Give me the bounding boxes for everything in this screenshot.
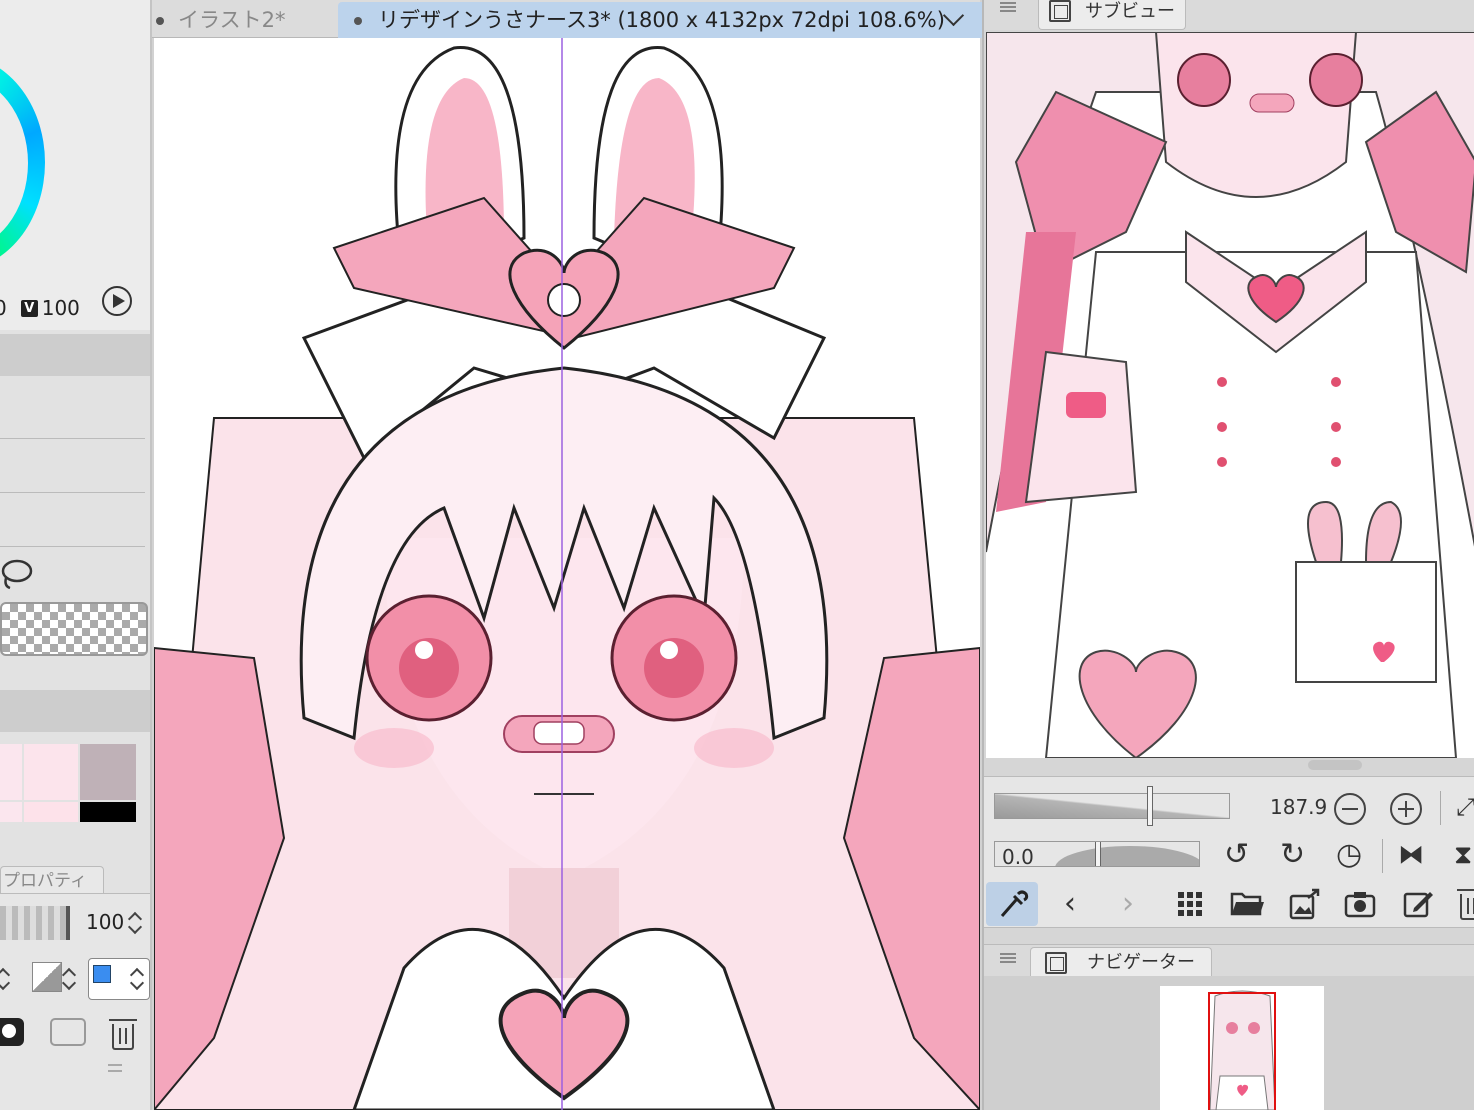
tab-navigator[interactable]: ナビゲーター <box>1030 947 1212 977</box>
trash-icon[interactable] <box>109 1019 137 1050</box>
tab-illust-2[interactable]: イラスト2* <box>152 2 336 38</box>
rotate-right-icon[interactable]: ↻ <box>1280 839 1305 871</box>
menu-icon[interactable] <box>1000 953 1016 963</box>
opacity-value[interactable]: 100 <box>86 910 124 934</box>
import-icon[interactable] <box>1288 888 1320 920</box>
divider <box>0 546 145 547</box>
minus-bar <box>1342 808 1358 810</box>
clip-studio-window: 0 V 100 プロパティ 100 <box>0 0 1474 1110</box>
drawing-canvas[interactable] <box>154 38 980 1110</box>
color-wheel-panel: 0 V 100 <box>0 0 150 330</box>
modified-dot <box>354 17 362 25</box>
canvas-tab-bar: イラスト2* リデザインうさナース3* (1800 x 4132px 72dpi… <box>152 0 1082 38</box>
divider <box>1440 791 1441 825</box>
swatch[interactable] <box>24 744 78 800</box>
edit-icon[interactable] <box>1402 888 1434 920</box>
reset-rotation-icon[interactable]: ◷ <box>1336 839 1362 871</box>
navigator-preview[interactable] <box>1160 986 1324 1110</box>
rotation-value[interactable]: 0.0 <box>1002 845 1034 869</box>
subview-toolbar: ‹ › <box>984 878 1474 928</box>
navigator-viewport-frame[interactable] <box>1208 992 1276 1110</box>
hsv-readout: 0 V 100 <box>0 296 80 320</box>
zoom-value[interactable]: 187.9 <box>1270 795 1327 819</box>
v-value: 100 <box>41 296 80 320</box>
folder-open-icon[interactable] <box>1230 888 1266 918</box>
rotation-slider-thumb[interactable] <box>1095 842 1101 866</box>
flip-horizontal-icon[interactable]: ⧓ <box>1398 839 1424 871</box>
zoom-slider-thumb[interactable] <box>1147 786 1153 826</box>
sleeve-left <box>1024 350 1138 504</box>
rotate-left-icon[interactable]: ↺ <box>1224 839 1249 871</box>
camera-icon[interactable] <box>1344 890 1376 918</box>
subview-icon <box>1049 0 1071 22</box>
play-icon[interactable] <box>102 286 132 316</box>
blend-stepper[interactable] <box>0 966 10 992</box>
mask-icon[interactable] <box>0 1018 24 1046</box>
eyedropper-icon <box>1000 890 1029 917</box>
chevron-left-icon[interactable]: ‹ <box>1064 888 1076 920</box>
subview-scrollbar[interactable] <box>1308 760 1362 770</box>
plus-bar <box>1405 801 1407 817</box>
s-value: 0 <box>0 296 7 320</box>
swatch[interactable] <box>0 744 22 800</box>
tab-label: リデザインうさナース3* (1800 x 4132px 72dpi 108.6%… <box>378 8 945 32</box>
divider <box>1382 839 1383 873</box>
layer-color-stepper[interactable] <box>130 966 144 992</box>
fit-window-icon[interactable]: ⤢ <box>1456 791 1474 823</box>
tab-redesign-usa-nurse-3[interactable]: リデザインうさナース3* (1800 x 4132px 72dpi 108.6%… <box>338 2 1082 38</box>
panel-divider <box>0 334 150 376</box>
opacity-stepper[interactable] <box>128 910 142 936</box>
zoom-out-icon[interactable] <box>1334 793 1366 825</box>
swatch[interactable] <box>80 802 136 822</box>
navigator-icon <box>1045 952 1067 974</box>
tab-property[interactable]: プロパティ <box>0 866 104 894</box>
blend-mode-icon[interactable] <box>32 962 62 992</box>
tab-label: サブビュー <box>1085 1 1175 22</box>
flower-brooch <box>547 283 581 317</box>
swatch[interactable] <box>0 802 22 822</box>
divider <box>0 492 145 493</box>
chevron-down-icon[interactable] <box>940 8 966 30</box>
right-panel: サブビュー 187.9 ⤢ 0.0 ↺ ↻ ◷ ⧓ ⧗ ‹ › ナビゲーター <box>982 0 1474 1110</box>
menu-icon[interactable] <box>108 1064 122 1072</box>
opacity-slider[interactable] <box>0 906 70 940</box>
flip-vertical-icon[interactable]: ⧗ <box>1454 839 1472 871</box>
navigator-panel <box>984 976 1474 1110</box>
artwork <box>154 38 980 1110</box>
zoom-in-icon[interactable] <box>1390 793 1422 825</box>
swatch[interactable] <box>24 802 78 822</box>
bunny-bag <box>1295 561 1437 683</box>
tab-label: ナビゲーター <box>1087 952 1195 973</box>
blend-mode-stepper[interactable] <box>62 966 76 992</box>
divider <box>0 438 145 439</box>
tab-subview[interactable]: サブビュー <box>1038 0 1186 30</box>
zoom-slider[interactable] <box>994 786 1230 826</box>
chevron-right-icon[interactable]: › <box>1122 888 1134 920</box>
eyedropper-button[interactable] <box>986 882 1038 926</box>
tab-label: イラスト2* <box>178 8 286 32</box>
menu-icon[interactable] <box>1000 2 1016 12</box>
layer-color-swatch <box>93 965 111 983</box>
transparent-color-swatch[interactable] <box>0 602 148 656</box>
reference-artwork <box>986 32 1474 758</box>
navigator-header: ナビゲーター <box>984 944 1474 977</box>
camera-icon[interactable] <box>50 1018 86 1046</box>
left-panel: 0 V 100 プロパティ 100 <box>0 0 152 1110</box>
panel-divider <box>0 690 150 732</box>
modified-dot <box>156 17 164 25</box>
swatch[interactable] <box>80 744 136 800</box>
trash-icon[interactable] <box>1457 889 1474 920</box>
color-history <box>0 744 140 824</box>
lasso-icon[interactable] <box>0 556 34 590</box>
rotation-slider-fill <box>1055 846 1199 866</box>
subview-header: サブビュー <box>984 0 1474 30</box>
subview-image[interactable] <box>986 32 1474 758</box>
v-badge: V <box>20 299 38 317</box>
grid-icon[interactable] <box>1176 890 1204 918</box>
